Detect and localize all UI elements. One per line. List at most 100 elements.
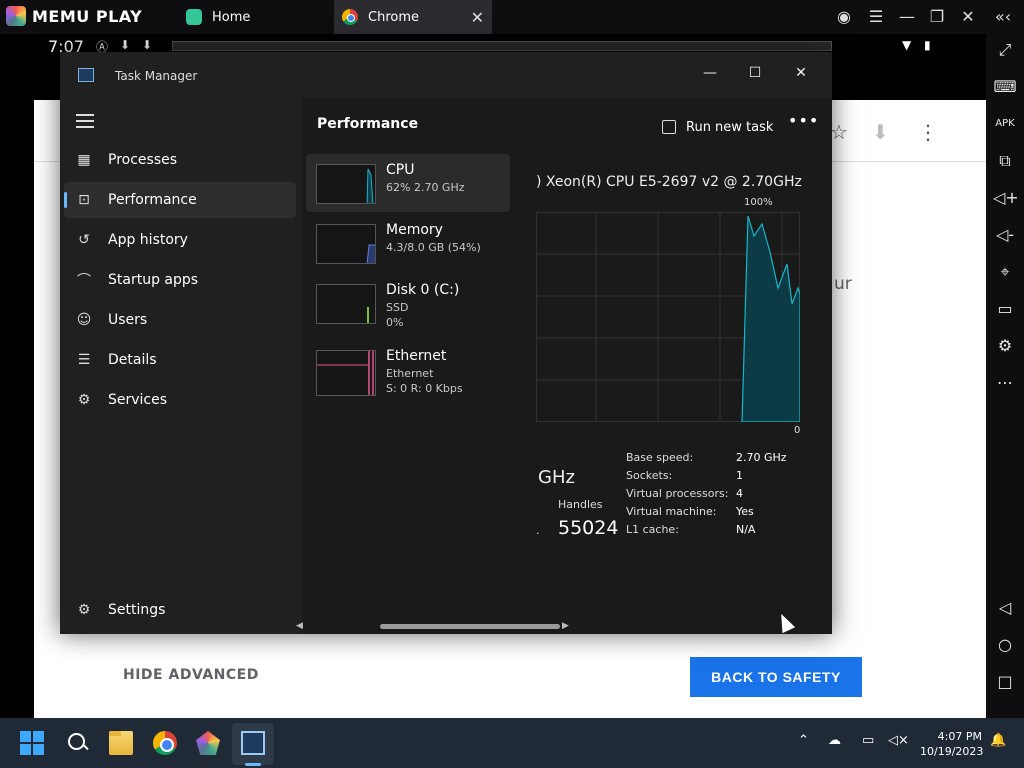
more-options-icon[interactable]: ••• xyxy=(788,110,818,136)
account-icon[interactable]: ◉ xyxy=(833,7,855,26)
tab-home[interactable]: Home xyxy=(178,0,330,34)
recents-nav-icon[interactable]: □ xyxy=(993,670,1017,694)
wifi-icon: ▼ xyxy=(902,38,912,52)
location-icon[interactable]: ⌖ xyxy=(993,260,1017,284)
back-nav-icon[interactable]: ◁ xyxy=(993,596,1017,620)
resource-name: Memory xyxy=(386,222,443,238)
task-manager-titlebar[interactable]: Task Manager — ☐ ✕ xyxy=(60,52,832,98)
home-nav-icon[interactable]: ○ xyxy=(993,633,1017,657)
cpu-utilization-graph xyxy=(536,212,800,422)
network-icon[interactable]: ▭ xyxy=(862,733,874,748)
running-indicator xyxy=(245,763,261,766)
tab-chrome[interactable]: Chrome ✕ xyxy=(334,0,492,34)
spec-label: Sockets: xyxy=(626,469,673,482)
spec-label: L1 cache: xyxy=(626,523,679,536)
run-new-task-button[interactable]: Run new task xyxy=(662,114,773,140)
restore-icon[interactable]: ❐ xyxy=(926,7,948,26)
more-icon[interactable]: ⋯ xyxy=(993,371,1017,395)
notification-bell-icon[interactable]: 🔔 xyxy=(990,733,1006,748)
nav-item-app-history[interactable]: ↺ App history xyxy=(64,222,296,258)
windows-taskbar: ⌃ ☁ ▭ ◁× 4:07 PM 10/19/2023 🔔 xyxy=(0,718,1024,768)
window-title: Task Manager xyxy=(115,69,198,83)
graph-max-label: 100% xyxy=(744,197,773,208)
task-manager-nav: ▦ Processes ⊡ Performance ↺ App history … xyxy=(60,98,300,634)
settings-gear-icon[interactable]: ⚙ xyxy=(993,334,1017,358)
resource-detail: 0% xyxy=(386,316,404,329)
chrome-menu-icon[interactable]: ⋮ xyxy=(918,120,938,144)
nav-item-startup-apps[interactable]: ⌒ Startup apps xyxy=(64,262,296,298)
onedrive-icon[interactable]: ☁ xyxy=(828,733,841,748)
nav-item-processes[interactable]: ▦ Processes xyxy=(64,142,296,178)
nav-item-label: Services xyxy=(108,392,168,408)
menu-icon[interactable]: ☰ xyxy=(865,7,887,26)
nav-item-users[interactable]: ☺ Users xyxy=(64,302,296,338)
chrome-tab-icon xyxy=(342,9,358,25)
clock-date: 10/19/2023 xyxy=(920,745,984,758)
close-tab-icon[interactable]: ✕ xyxy=(471,8,484,27)
minimize-icon[interactable]: — xyxy=(896,7,918,26)
spec-value: 1 xyxy=(736,469,743,482)
chrome-taskbar-icon[interactable] xyxy=(153,731,177,755)
task-manager-window: Task Manager — ☐ ✕ ▦ Processes ⊡ Perform… xyxy=(60,52,832,634)
spec-label: Virtual machine: xyxy=(626,505,717,518)
background-window-edge xyxy=(172,41,832,51)
resource-detail: S: 0 R: 0 Kbps xyxy=(386,382,463,395)
taskbar-clock[interactable]: 4:07 PM 10/19/2023 xyxy=(920,729,984,759)
scroll-left-icon[interactable]: ◀ xyxy=(296,621,303,631)
maximize-window-icon[interactable]: ☐ xyxy=(732,58,778,88)
resource-disk[interactable]: Disk 0 (C:) SSD 0% xyxy=(306,274,510,332)
volume-up-icon[interactable]: ◁+ xyxy=(993,186,1019,210)
tab-chrome-label: Chrome xyxy=(368,9,419,25)
run-new-task-label: Run new task xyxy=(686,119,774,135)
file-explorer-icon[interactable] xyxy=(109,731,133,755)
resource-detail: 4.3/8.0 GB (54%) xyxy=(386,241,481,254)
resource-cpu[interactable]: CPU 62% 2.70 GHz xyxy=(306,154,510,212)
resource-memory[interactable]: Memory 4.3/8.0 GB (54%) xyxy=(306,214,510,272)
page-title: Performance xyxy=(317,116,419,132)
spec-label: Base speed: xyxy=(626,451,694,464)
resource-name: Ethernet xyxy=(386,348,447,364)
volume-down-icon[interactable]: ◁- xyxy=(993,223,1017,247)
windows-start-icon[interactable] xyxy=(20,731,44,755)
nav-item-details[interactable]: ☰ Details xyxy=(64,342,296,378)
fullscreen-icon[interactable]: ⤢ xyxy=(993,38,1017,62)
volume-muted-icon[interactable]: ◁× xyxy=(888,733,909,748)
spec-label: Virtual processors: xyxy=(626,487,729,500)
close-window-icon[interactable]: ✕ xyxy=(778,58,824,88)
nav-item-services[interactable]: ⚙ Services xyxy=(64,382,296,418)
nav-item-settings[interactable]: ⚙ Settings xyxy=(64,592,296,628)
download-notification-icon-2: ⬇ xyxy=(142,38,153,52)
scrollbar-thumb[interactable] xyxy=(380,624,560,629)
chevron-up-icon[interactable]: ⌃ xyxy=(798,733,809,748)
task-manager-app-icon xyxy=(78,68,94,82)
cpu-thumbnail-graph xyxy=(316,164,376,204)
hide-advanced-link[interactable]: HIDE ADVANCED xyxy=(123,667,259,683)
apk-icon[interactable]: APK xyxy=(993,112,1017,136)
spec-value: 4 xyxy=(736,487,743,500)
multi-instance-icon[interactable]: ⧉ xyxy=(993,149,1017,173)
resource-ethernet[interactable]: Ethernet Ethernet S: 0 R: 0 Kbps xyxy=(306,340,510,398)
performance-icon: ⊡ xyxy=(78,192,90,208)
task-manager-taskbar-icon[interactable] xyxy=(241,731,265,755)
keyboard-icon[interactable]: ⌨ xyxy=(993,75,1017,99)
memu-taskbar-icon[interactable] xyxy=(196,731,220,755)
memu-logo-text: MEMU PLAY xyxy=(32,6,143,26)
close-icon[interactable]: ✕ xyxy=(957,7,979,26)
hamburger-menu-icon[interactable] xyxy=(76,114,94,128)
nav-item-performance[interactable]: ⊡ Performance xyxy=(64,182,296,218)
folder-icon[interactable]: ▭ xyxy=(993,297,1017,321)
memu-title-bar: MEMU PLAY Home Chrome ✕ ◉ ☰ — ❐ ✕ «‹ xyxy=(0,0,1024,34)
scroll-right-icon[interactable]: ▶ xyxy=(562,621,569,631)
memory-thumbnail-graph xyxy=(316,224,376,264)
cpu-speed-partial: GHz xyxy=(538,467,575,488)
resource-detail: SSD xyxy=(386,301,409,314)
search-icon[interactable] xyxy=(66,731,90,755)
collapse-sidebar-icon[interactable]: «‹ xyxy=(992,7,1014,26)
bookmark-star-icon[interactable]: ☆ xyxy=(830,120,848,144)
download-icon[interactable]: ⬇ xyxy=(872,120,889,144)
spec-value: 2.70 GHz xyxy=(736,451,787,464)
back-to-safety-button[interactable]: BACK TO SAFETY xyxy=(690,657,862,697)
active-indicator xyxy=(64,192,67,208)
minimize-window-icon[interactable]: — xyxy=(687,58,733,88)
horizontal-scrollbar[interactable]: ◀ ▶ xyxy=(284,620,574,634)
